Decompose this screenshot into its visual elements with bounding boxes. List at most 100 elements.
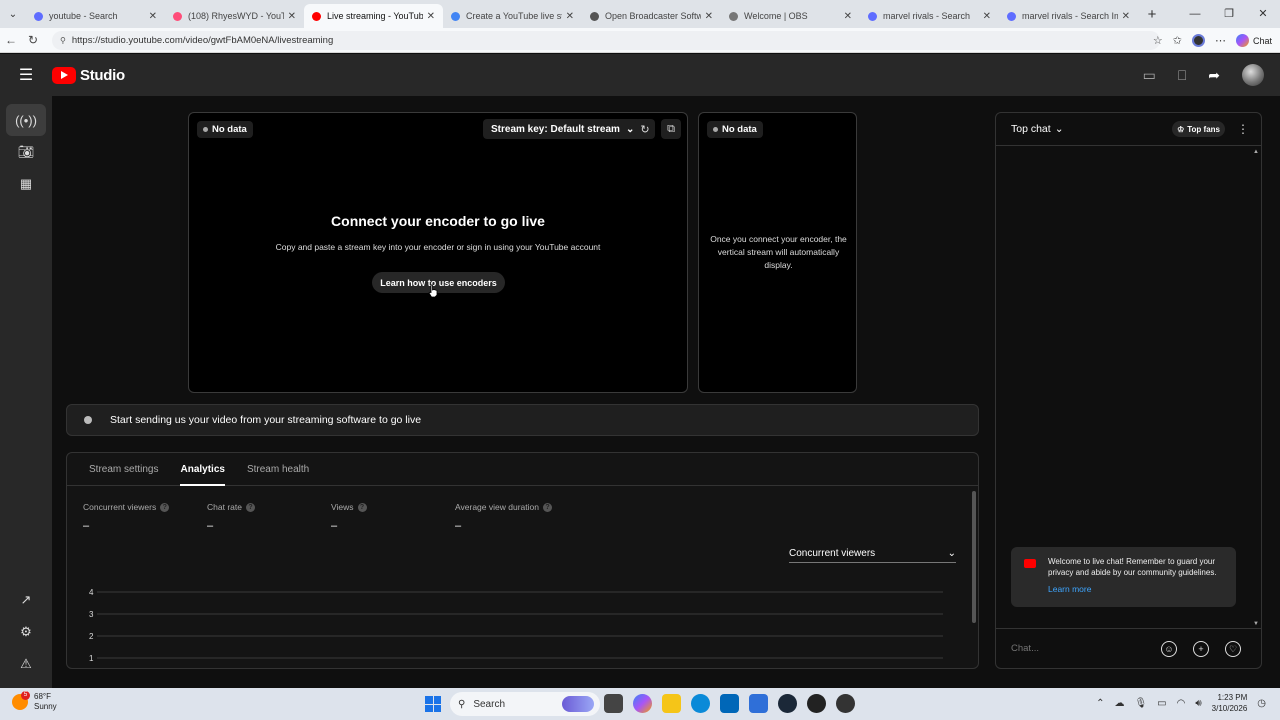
scroll-up-icon[interactable]: ▲ <box>1253 149 1259 155</box>
browser-tab[interactable]: Welcome | OBS ✕ <box>721 4 860 28</box>
copilot-chat-button[interactable]: Chat <box>1235 34 1272 47</box>
wifi-icon[interactable]: ◠ <box>1177 698 1186 709</box>
top-fans-button[interactable]: ♔ Top fans <box>1172 121 1225 137</box>
tab-favicon-icon <box>34 11 43 21</box>
clock-date: 3/10/2026 <box>1211 704 1248 713</box>
restore-icon[interactable]: ❐ <box>1212 0 1246 28</box>
reload-icon[interactable]: ↻ <box>22 33 44 47</box>
share-icon[interactable]: ➦ <box>1208 67 1220 84</box>
file-explorer-icon[interactable] <box>662 694 681 713</box>
close-window-icon[interactable]: ✕ <box>1246 0 1280 28</box>
weather-widget[interactable]: 5 68°F Sunny <box>12 691 57 712</box>
browser-tab[interactable]: Open Broadcaster Software ✕ <box>582 4 721 28</box>
profile-icon[interactable] <box>1191 34 1205 47</box>
no-data-text: No data <box>212 124 247 135</box>
help-icon[interactable]: ? <box>542 502 552 512</box>
tab-close-icon[interactable]: ✕ <box>288 11 296 22</box>
metric-chat-rate: Chat rate? – <box>207 502 255 532</box>
browser-tab[interactable]: marvel rivals - Search ✕ <box>860 4 999 28</box>
tab-title: Live streaming - YouTube Studio <box>327 11 423 21</box>
tab-favicon-icon <box>590 11 599 21</box>
tab-close-icon[interactable]: ✕ <box>1122 11 1130 22</box>
tab-close-icon[interactable]: ✕ <box>844 11 852 22</box>
youtube-icon <box>1024 559 1036 568</box>
taskbar-search[interactable]: ⚲ Search <box>450 692 600 716</box>
tab-title: youtube - Search <box>49 11 118 21</box>
top-chat-dropdown[interactable]: Top chat ⌄ <box>1011 123 1064 135</box>
metric-label: Average view duration <box>455 502 539 512</box>
tab-close-icon[interactable]: ✕ <box>427 11 435 22</box>
browser-tab[interactable]: youtube - Search ✕ <box>26 4 165 28</box>
metric-value: – <box>207 520 214 532</box>
bookmark-icon[interactable]: ⎕ <box>1178 67 1186 84</box>
help-icon[interactable]: ? <box>357 502 367 512</box>
task-view-icon[interactable] <box>604 694 623 713</box>
calendar-icon[interactable]: ▦ <box>0 168 52 200</box>
browser-tab-strip: ⌄ youtube - Search✕(108) RhyesWYD - YouT… <box>0 0 1280 28</box>
no-data-text: No data <box>722 124 757 135</box>
copy-icon[interactable]: ⧉ <box>661 119 681 139</box>
camera-icon[interactable]: 📷︎ <box>0 136 52 168</box>
more-vert-icon[interactable]: ⋮ <box>1237 122 1249 136</box>
metric-select-dropdown[interactable]: Concurrent viewers ⌄ <box>789 545 956 563</box>
tab-close-icon[interactable]: ✕ <box>149 11 157 22</box>
notifications-icon[interactable]: ◷ <box>1257 698 1266 709</box>
cloud-icon[interactable]: ☁ <box>1114 698 1124 709</box>
learn-encoders-button[interactable]: Learn how to use encoders <box>372 272 505 293</box>
url-field[interactable]: ⚲ https://studio.youtube.com/video/gwtFb… <box>52 31 1160 50</box>
volume-icon[interactable]: 🔊︎ <box>1195 698 1201 709</box>
tab-favicon-icon <box>173 11 182 21</box>
feedback-icon[interactable]: ⚠ <box>0 648 52 680</box>
back-icon[interactable]: ← <box>0 33 22 47</box>
emoji-icon[interactable]: ☺ <box>1161 641 1177 657</box>
stream-key-dropdown[interactable]: Stream key: Default stream ⌄ <box>483 119 643 139</box>
new-tab-button[interactable]: + <box>1138 6 1166 23</box>
site-info-icon[interactable]: ⚲ <box>60 36 66 45</box>
app-icon[interactable] <box>836 694 855 713</box>
heart-icon[interactable]: ♡ <box>1225 641 1241 657</box>
tab-analytics[interactable]: Analytics <box>180 453 226 486</box>
chevron-up-icon[interactable]: ⌃ <box>1096 698 1104 709</box>
windows-start-icon[interactable] <box>425 696 441 712</box>
tab-stream-settings[interactable]: Stream settings <box>89 453 158 486</box>
external-link-icon[interactable]: ↗ <box>0 584 52 616</box>
chat-input[interactable] <box>1011 643 1151 654</box>
browser-tab[interactable]: Create a YouTube live stream ✕ <box>443 4 582 28</box>
more-icon[interactable]: ⋯ <box>1215 34 1226 47</box>
copilot-app-icon[interactable] <box>633 694 652 713</box>
stream-broadcast-icon[interactable]: ((•)) <box>6 104 46 136</box>
tab-stream-health[interactable]: Stream health <box>247 453 309 486</box>
obs-icon[interactable] <box>807 694 826 713</box>
tab-close-icon[interactable]: ✕ <box>566 11 574 22</box>
analytics-scrollbar[interactable] <box>972 491 976 623</box>
help-icon[interactable]: ? <box>245 502 255 512</box>
tab-close-icon[interactable]: ✕ <box>705 11 713 22</box>
system-tray: ⌃ ☁ 🎙︎ ▭ ◠ 🔊︎ 1:23 PM 3/10/2026 ◷ <box>1096 692 1266 714</box>
browser-tab[interactable]: (108) RhyesWYD - YouTube ✕ <box>165 4 304 28</box>
edge-icon[interactable] <box>691 694 710 713</box>
studio-logo[interactable]: Studio <box>52 66 125 84</box>
steam-icon[interactable] <box>778 694 797 713</box>
tab-actions-menu-icon[interactable]: ⌄ <box>0 0 26 28</box>
store-icon[interactable] <box>720 694 739 713</box>
menu-icon[interactable]: ☰ <box>0 65 52 85</box>
learn-more-link[interactable]: Learn more <box>1048 584 1091 594</box>
tab-close-icon[interactable]: ✕ <box>983 11 991 22</box>
display-icon[interactable]: ▭ <box>1157 698 1166 709</box>
layout-icon[interactable]: ▭ <box>1143 67 1156 84</box>
scroll-down-icon[interactable]: ▼ <box>1253 621 1259 627</box>
tick-label: 4 <box>89 588 94 597</box>
avatar[interactable] <box>1242 64 1264 86</box>
refresh-icon[interactable]: ↻ <box>635 119 655 139</box>
favorites-icon[interactable]: ✩ <box>1173 34 1182 47</box>
help-icon[interactable]: ? <box>160 502 170 512</box>
clock[interactable]: 1:23 PM 3/10/2026 <box>1212 692 1248 714</box>
favorite-star-icon[interactable]: ☆ <box>1153 34 1163 47</box>
microphone-icon[interactable]: 🎙︎ <box>1134 698 1147 709</box>
settings-gear-icon[interactable]: ⚙ <box>0 616 52 648</box>
minimize-icon[interactable]: — <box>1178 0 1212 28</box>
outlook-icon[interactable] <box>749 694 768 713</box>
browser-tab[interactable]: Live streaming - YouTube Studio ✕ <box>304 4 443 28</box>
add-icon[interactable]: + <box>1193 641 1209 657</box>
browser-tab[interactable]: marvel rivals - Search Images ✕ <box>999 4 1138 28</box>
